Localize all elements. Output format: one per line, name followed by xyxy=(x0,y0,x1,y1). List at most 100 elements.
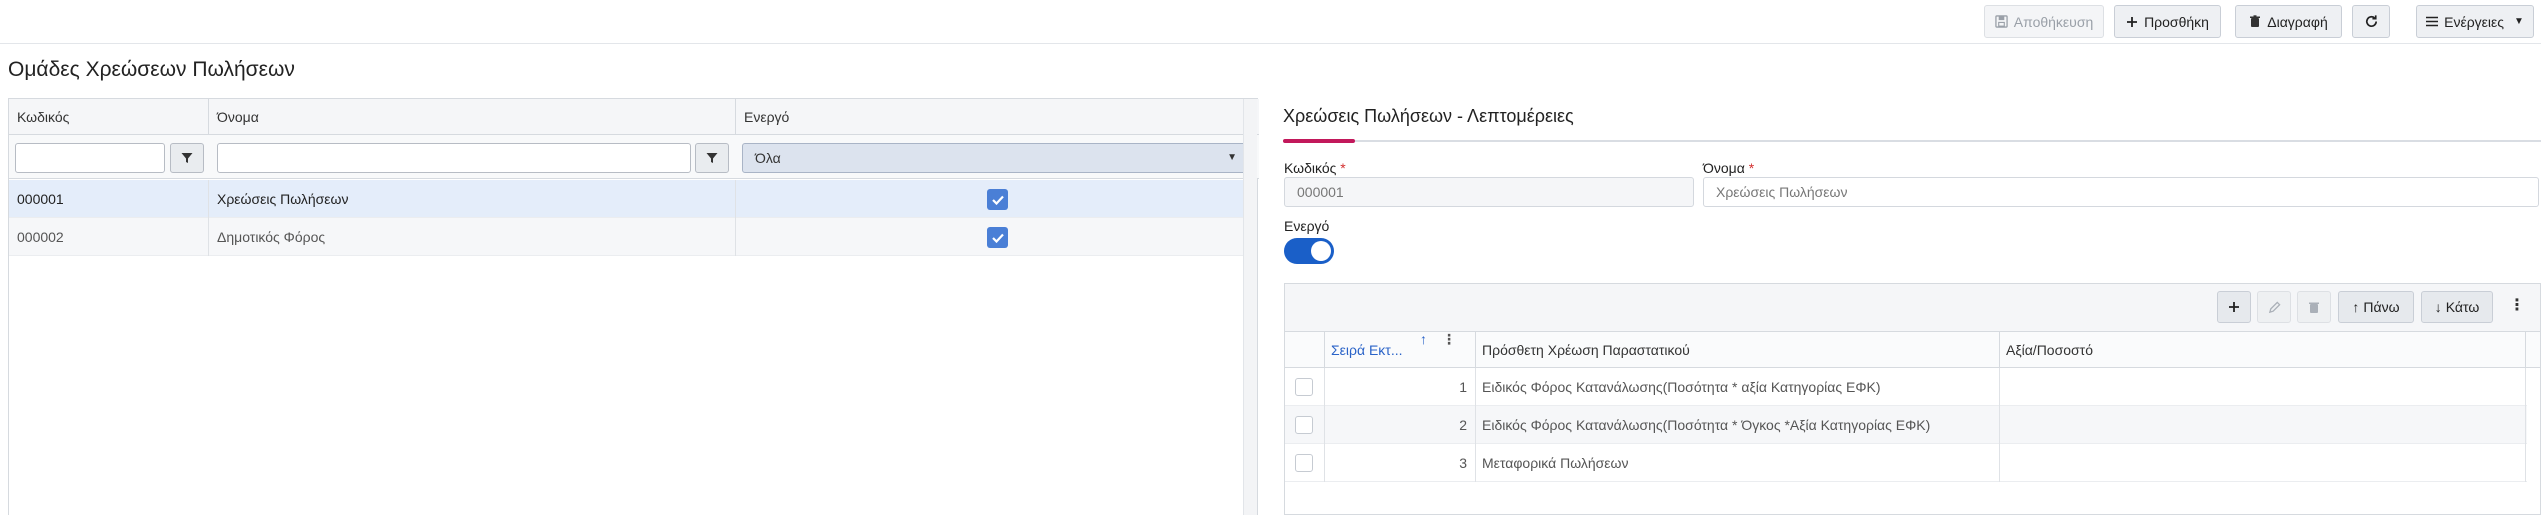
subgrid-toolbar: ↑ Πάνω ↓ Κάτω ⋮ xyxy=(1285,284,2540,332)
column-menu-icon[interactable]: ⋮ xyxy=(1442,332,1456,346)
row-code: 000001 xyxy=(9,180,209,218)
plus-icon xyxy=(2126,16,2138,28)
row-value xyxy=(2000,368,2526,406)
move-up-label: Πάνω xyxy=(2363,299,2400,315)
row-active xyxy=(736,218,1245,256)
pencil-icon xyxy=(2268,300,2281,313)
select-all-column[interactable] xyxy=(1285,332,1325,368)
row-checkbox[interactable] xyxy=(1295,378,1313,396)
row-order: 3 xyxy=(1325,444,1476,482)
column-header-charge[interactable]: Πρόσθετη Χρέωση Παραστατικού xyxy=(1476,332,2000,368)
active-checkbox[interactable] xyxy=(987,189,1008,210)
caret-down-icon: ▼ xyxy=(1227,152,1237,163)
table-row[interactable]: 2 Ειδικός Φόρος Κατανάλωσης(Ποσότητα * Ό… xyxy=(1285,406,2527,444)
code-filter-button[interactable] xyxy=(170,143,204,173)
check-icon xyxy=(991,195,1004,205)
trash-icon xyxy=(2309,302,2319,313)
add-row-button[interactable] xyxy=(2217,291,2251,323)
name-label: Όνομα * xyxy=(1703,160,1754,176)
tab-divider xyxy=(1283,140,2541,142)
column-header-active[interactable]: Ενεργό xyxy=(736,99,1259,135)
code-filter-input[interactable] xyxy=(15,143,165,173)
detail-title: Χρεώσεις Πωλήσεων - Λεπτομέρειες xyxy=(1283,106,1574,126)
refresh-icon xyxy=(2364,14,2379,29)
page-title: Ομάδες Χρεώσεων Πωλήσεων xyxy=(8,58,295,81)
active-checkbox[interactable] xyxy=(987,227,1008,248)
column-header-code[interactable]: Κωδικός xyxy=(9,99,209,135)
column-header-name[interactable]: Όνομα xyxy=(209,99,736,135)
row-select-cell xyxy=(1285,406,1325,444)
caret-down-icon: ▼ xyxy=(2514,15,2524,27)
sort-ascending-icon[interactable]: ↑ xyxy=(1420,332,1427,346)
arrow-up-icon: ↑ xyxy=(2352,299,2360,315)
row-code: 000002 xyxy=(9,218,209,256)
delete-row-button[interactable] xyxy=(2297,291,2331,323)
table-row[interactable]: 000002 Δημοτικός Φόρος xyxy=(9,218,1245,256)
move-down-label: Κάτω xyxy=(2445,299,2480,315)
name-field[interactable]: Χρεώσεις Πωλήσεων xyxy=(1703,177,2539,207)
active-filter-select[interactable]: Όλα ▼ xyxy=(742,143,1248,173)
arrow-down-icon: ↓ xyxy=(2434,299,2442,315)
check-icon xyxy=(991,233,1004,243)
table-row[interactable]: 3 Μεταφορικά Πωλήσεων xyxy=(1285,444,2527,482)
row-checkbox[interactable] xyxy=(1295,416,1313,434)
save-label: Αποθήκευση xyxy=(2013,13,2094,30)
move-up-button[interactable]: ↑ Πάνω xyxy=(2338,291,2414,323)
active-label: Ενεργό xyxy=(1284,218,1330,234)
required-mark: * xyxy=(1340,160,1346,176)
plus-icon xyxy=(2229,302,2239,312)
table-row[interactable]: 000001 Χρεώσεις Πωλήσεων xyxy=(9,180,1245,218)
vertical-scrollbar[interactable] xyxy=(1243,99,1257,515)
refresh-button[interactable] xyxy=(2352,5,2390,38)
save-icon xyxy=(1995,15,2008,28)
edit-row-button[interactable] xyxy=(2257,291,2291,323)
filter-icon xyxy=(181,152,193,164)
delete-label: Διαγραφή xyxy=(2267,13,2328,30)
row-active xyxy=(736,180,1245,218)
row-value xyxy=(2000,444,2526,482)
trash-icon xyxy=(2249,15,2261,28)
charge-groups-grid: Κωδικός Όνομα Ενεργό Όλα ▼ 000001 Χρεώσε… xyxy=(8,98,1259,515)
top-toolbar: Αποθήκευση Προσθήκη Διαγραφή Ενέργειες ▼ xyxy=(0,0,2541,44)
save-button[interactable]: Αποθήκευση xyxy=(1984,5,2104,38)
row-order: 1 xyxy=(1325,368,1476,406)
active-filter-value: Όλα xyxy=(755,150,781,166)
row-name: Δημοτικός Φόρος xyxy=(209,218,736,256)
name-filter-button[interactable] xyxy=(695,143,729,173)
filter-row: Όλα ▼ xyxy=(9,135,1259,179)
code-label: Κωδικός * xyxy=(1284,160,1346,176)
table-row[interactable]: 1 Ειδικός Φόρος Κατανάλωσης(Ποσότητα * α… xyxy=(1285,368,2527,406)
code-label-text: Κωδικός xyxy=(1284,160,1337,176)
active-toggle[interactable] xyxy=(1284,238,1334,264)
row-charge: Μεταφορικά Πωλήσεων xyxy=(1476,444,2000,482)
active-tab-indicator xyxy=(1283,139,1355,143)
move-down-button[interactable]: ↓ Κάτω xyxy=(2421,291,2493,323)
row-name: Χρεώσεις Πωλήσεων xyxy=(209,180,736,218)
actions-label: Ενέργειες xyxy=(2444,13,2504,30)
column-header-value[interactable]: Αξία/Ποσοστό xyxy=(2000,332,2526,368)
row-value xyxy=(2000,406,2526,444)
add-label: Προσθήκη xyxy=(2144,13,2209,30)
delete-button[interactable]: Διαγραφή xyxy=(2235,5,2342,38)
more-vertical-icon[interactable]: ⋮ xyxy=(2509,298,2525,314)
charges-subgrid: ↑ Πάνω ↓ Κάτω ⋮ Σειρά Εκτ... ↑ ⋮ Πρόσθετ… xyxy=(1284,283,2541,515)
name-filter-input[interactable] xyxy=(217,143,691,173)
subgrid-header: Σειρά Εκτ... ↑ ⋮ Πρόσθετη Χρέωση Παραστα… xyxy=(1285,332,2540,368)
order-header-label: Σειρά Εκτ... xyxy=(1331,342,1403,358)
name-label-text: Όνομα xyxy=(1703,160,1745,176)
row-select-cell xyxy=(1285,368,1325,406)
row-charge: Ειδικός Φόρος Κατανάλωσης(Ποσότητα * αξί… xyxy=(1476,368,2000,406)
toggle-knob xyxy=(1311,241,1331,261)
column-header-order[interactable]: Σειρά Εκτ... ↑ ⋮ xyxy=(1325,332,1476,368)
row-checkbox[interactable] xyxy=(1295,454,1313,472)
row-select-cell xyxy=(1285,444,1325,482)
required-mark: * xyxy=(1748,160,1755,176)
menu-icon xyxy=(2426,16,2439,27)
code-field[interactable]: 000001 xyxy=(1284,177,1694,207)
grid-header: Κωδικός Όνομα Ενεργό xyxy=(9,99,1259,135)
filter-icon xyxy=(706,152,718,164)
row-order: 2 xyxy=(1325,406,1476,444)
actions-dropdown[interactable]: Ενέργειες ▼ xyxy=(2416,5,2534,38)
add-button[interactable]: Προσθήκη xyxy=(2114,5,2221,38)
row-charge: Ειδικός Φόρος Κατανάλωσης(Ποσότητα * Όγκ… xyxy=(1476,406,2000,444)
